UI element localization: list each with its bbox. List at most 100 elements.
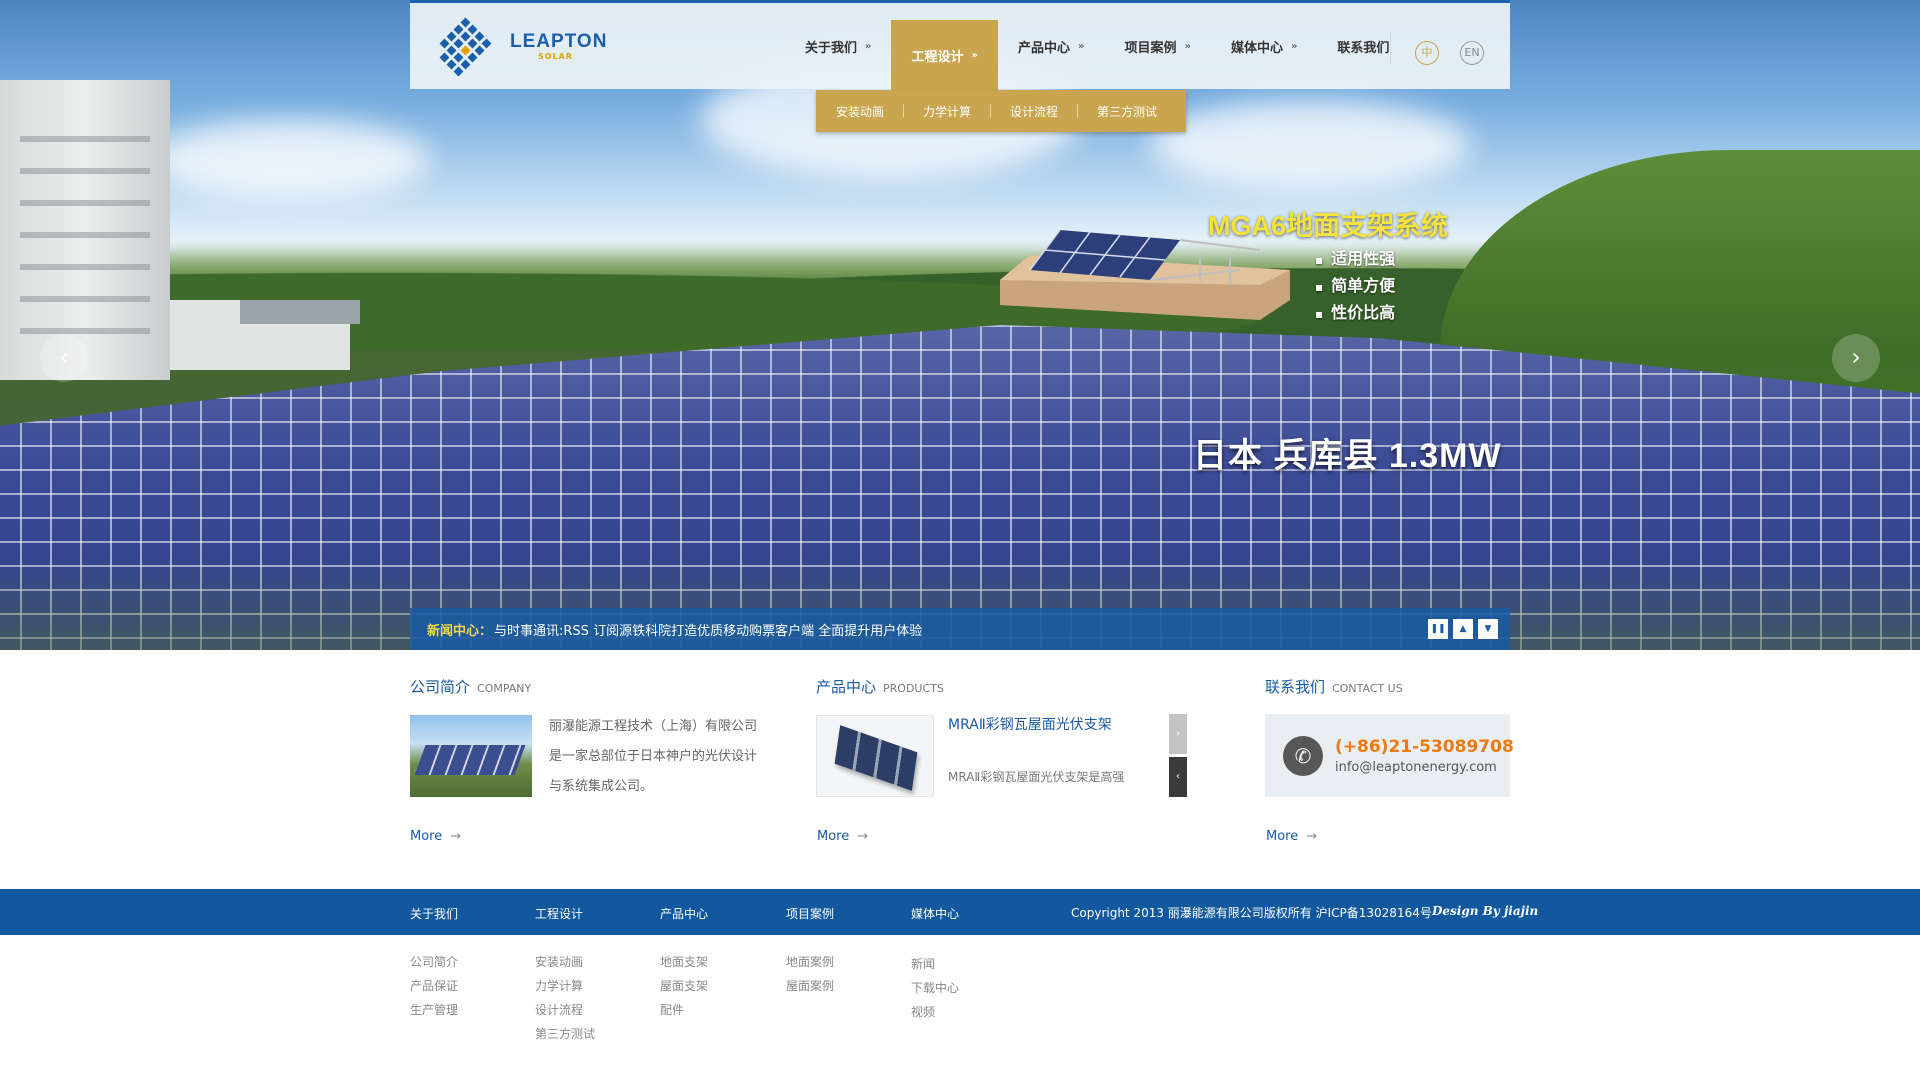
promo-feature: 性价比高 [1315,300,1395,327]
contact-card: ✆ (+86)21-53089708 info@leaptonenergy.co… [1265,714,1514,797]
footer-heading-media[interactable]: 媒体中心 [911,905,959,922]
footer-links-products: 地面支架 屋面支架 配件 [660,950,708,1022]
slider-next-button[interactable]: › [1832,334,1880,382]
product-title-link[interactable]: MRAⅡ彩钢瓦屋面光伏支架 [948,716,1118,735]
submenu-divider [1077,104,1079,118]
submenu-item-mechanics[interactable]: 力学计算 [923,103,971,120]
footer-links-about: 公司简介 产品保证 生产管理 [410,950,458,1022]
products-more-link[interactable]: More → [817,829,868,844]
footer-link[interactable]: 屋面案例 [786,974,834,998]
slide-caption: 日本 兵库县 1.3MW [1193,437,1502,475]
contact-email[interactable]: info@leaptonenergy.com [1335,760,1497,775]
section-title-en: CONTACT US [1332,682,1403,695]
news-headline-link[interactable]: 与时事通讯:RSS 订阅源铁科院打造优质移动购票客户端 全面提升用户体验 [494,620,922,639]
submenu-item-third-party-test[interactable]: 第三方测试 [1097,103,1157,120]
product-thumbnail[interactable] [816,715,934,797]
footer-link[interactable]: 公司简介 [410,950,458,974]
footer-heading-engineering[interactable]: 工程设计 [535,905,583,922]
section-title-zh: 产品中心 [816,678,877,696]
section-title-en: PRODUCTS [883,682,944,695]
footer-link[interactable]: 配件 [660,998,708,1022]
logo-subtitle: SOLAR [538,52,574,61]
more-label: More [410,829,443,844]
news-ticker: 新闻中心： 与时事通讯:RSS 订阅源铁科院打造优质移动购票客户端 全面提升用户… [410,608,1510,650]
arrow-right-icon: → [450,829,462,844]
footer-links-media: 新闻 下载中心 视频 [911,952,959,1024]
footer-heading-products[interactable]: 产品中心 [660,905,708,922]
hero-building [0,80,170,380]
footer-link[interactable]: 生产管理 [410,998,458,1022]
footer-link[interactable]: 产品保证 [410,974,458,998]
footer-link[interactable]: 新闻 [911,952,959,976]
footer-links-projects: 地面案例 屋面案例 [786,950,834,998]
footer-link[interactable]: 设计流程 [535,998,595,1022]
promo-feature: 适用性强 [1315,246,1395,273]
submenu-item-design-process[interactable]: 设计流程 [1010,103,1058,120]
nav-item-label: 项目案例 [1124,40,1177,56]
engineering-submenu: 安装动画 力学计算 设计流程 第三方测试 [816,90,1186,132]
arrow-down-icon[interactable]: ▼ [1478,619,1498,639]
promo-feature: 简单方便 [1315,273,1395,300]
section-title-zh: 联系我们 [1265,678,1326,696]
section-title-zh: 公司简介 [410,678,471,696]
footer-link[interactable]: 地面支架 [660,950,708,974]
copyright-text: Copyright 2013 丽瀑能源有限公司版权所有 沪ICP备1302816… [1071,906,1432,920]
footer-link[interactable]: 下载中心 [911,976,959,1000]
main-nav: 关于我们 » 工程设计 » 产品中心 » 项目案例 » 媒体中心 » 联系我们 [785,3,1413,90]
nav-divider [1390,31,1391,65]
footer-link[interactable]: 力学计算 [535,974,595,998]
pause-icon[interactable]: ❚❚ [1428,619,1448,639]
nav-item-engineering[interactable]: 工程设计 » [891,20,998,90]
arrow-up-icon[interactable]: ▲ [1453,619,1473,639]
arrow-right-icon: → [857,829,869,844]
news-label: 新闻中心： [427,623,493,639]
chevron-right-icon: » [865,40,872,52]
product-scroll-prev-button[interactable]: ‹ [1169,757,1187,797]
company-section-title: 公司简介 COMPANY [410,676,531,697]
nav-item-contact[interactable]: 联系我们 [1317,3,1413,89]
more-label: More [817,829,850,844]
nav-item-label: 媒体中心 [1230,40,1283,56]
contact-section-title: 联系我们 CONTACT US [1265,676,1403,697]
promo-title: MGA6地面支架系统 [1208,211,1449,241]
submenu-divider [903,104,905,118]
product-scroll-next-button[interactable]: › [1169,714,1187,754]
footer-heading-projects[interactable]: 项目案例 [786,905,834,922]
section-title-en: COMPANY [477,682,532,695]
footer-heading-about[interactable]: 关于我们 [410,905,458,922]
site-header: LEAPTON SOLAR 关于我们 » 工程设计 » 产品中心 » 项目案例 » 媒体… [410,3,1510,90]
footer-link[interactable]: 安装动画 [535,950,595,974]
submenu-divider [990,104,992,118]
chevron-right-icon: » [1290,40,1298,52]
footer-link[interactable]: 地面案例 [786,950,834,974]
footer-link[interactable]: 第三方测试 [535,1022,595,1046]
company-more-link[interactable]: More → [410,829,461,844]
company-thumbnail[interactable] [410,715,532,797]
language-chinese-button[interactable]: 中 [1415,41,1439,65]
nav-item-products[interactable]: 产品中心 » [998,3,1104,89]
leapton-logo-icon[interactable] [435,17,497,79]
hero-solar-field [0,325,1920,650]
submenu-item-install-animation[interactable]: 安装动画 [836,103,884,120]
more-label: More [1266,829,1299,844]
chevron-right-icon: » [971,49,978,61]
chevron-right-icon: » [1077,40,1085,52]
contact-phone: (+86)21-53089708 [1335,737,1514,757]
footer-link[interactable]: 屋面支架 [660,974,708,998]
nav-item-projects[interactable]: 项目案例 » [1104,3,1210,89]
hero-cloud [150,120,430,200]
language-english-button[interactable]: EN [1460,41,1484,65]
slider-prev-button[interactable]: ‹ [40,334,88,382]
designer-credit[interactable]: Design By jiajin [1432,904,1538,918]
logo-wordmark[interactable]: LEAPTON [510,31,607,53]
product-description: MRAⅡ彩钢瓦屋面光伏支架是高强 [948,770,1125,784]
contact-more-link[interactable]: More → [1266,829,1317,844]
nav-item-media[interactable]: 媒体中心 » [1211,3,1317,89]
nav-item-about[interactable]: 关于我们 » [785,3,891,89]
footer-bar [0,889,1920,935]
footer-link[interactable]: 视频 [911,1000,959,1024]
nav-item-label: 工程设计 [911,49,964,65]
nav-item-label: 联系我们 [1337,40,1390,56]
hero-building [240,300,360,324]
phone-icon: ✆ [1283,736,1323,776]
